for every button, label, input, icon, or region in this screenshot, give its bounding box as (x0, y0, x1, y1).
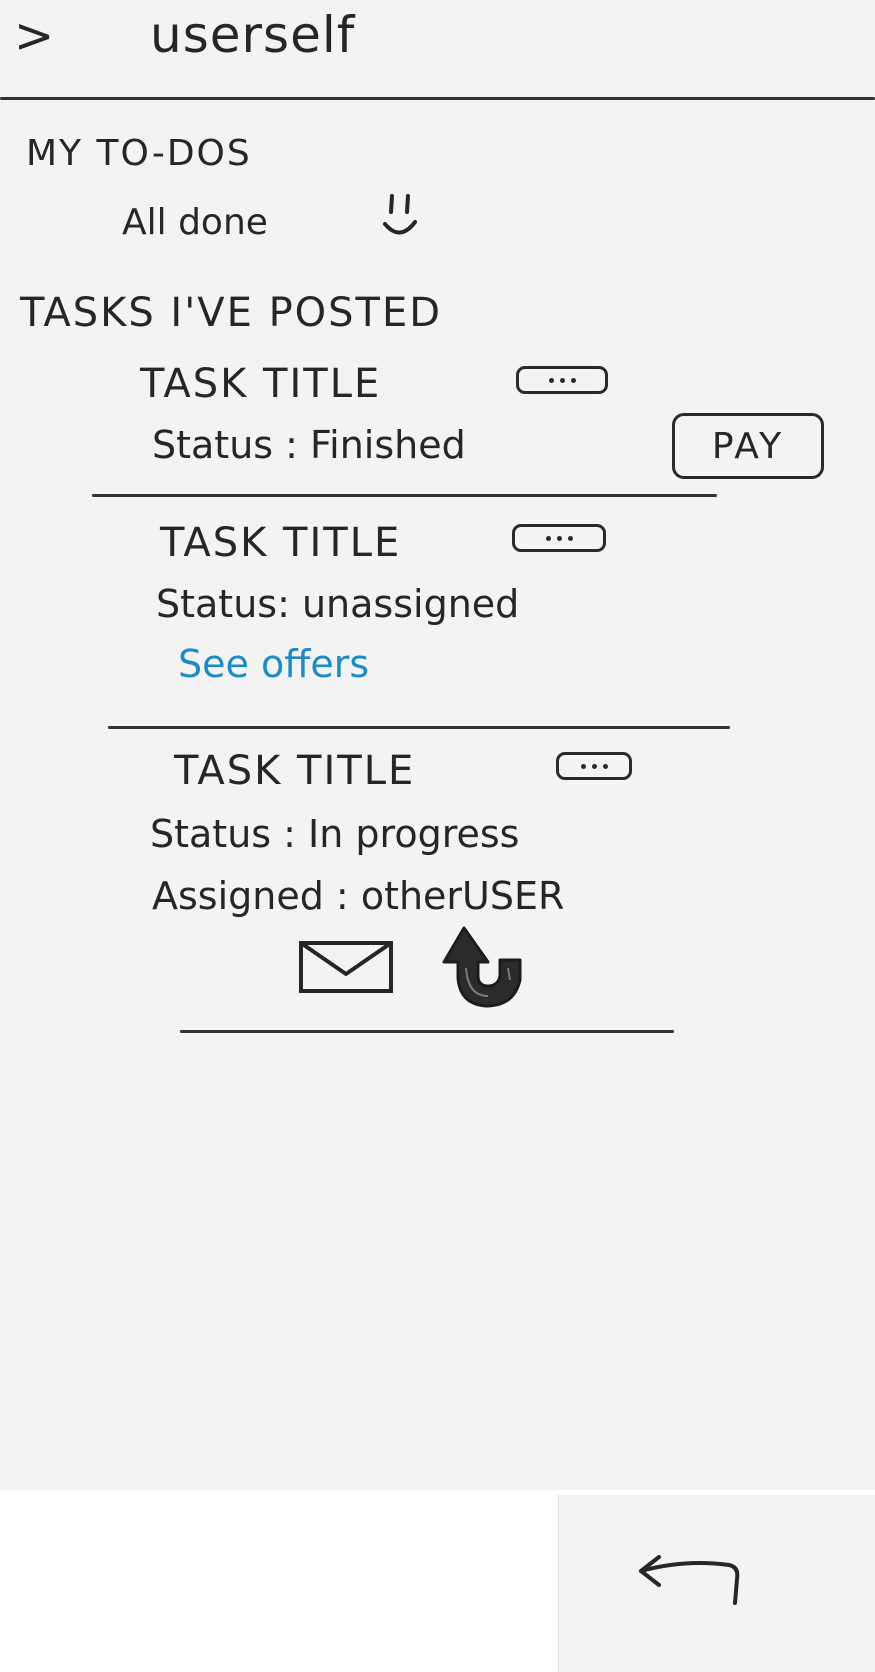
share-icon[interactable] (442, 918, 538, 1014)
task-3-status: Status : In progress (150, 812, 520, 856)
task-2-title[interactable]: Task Title (160, 520, 401, 566)
pay-button[interactable]: PAY (672, 413, 824, 479)
task-2-status: Status: unassigned (156, 582, 520, 626)
tasks-posted-heading: Tasks I've Posted (20, 290, 443, 336)
task-2-more-options-icon[interactable] (512, 524, 606, 552)
task-1-status: Status : Finished (152, 423, 466, 467)
app-title: userself (150, 6, 356, 64)
task-3-assigned: Assigned : otherUSER (152, 874, 565, 918)
task-divider-2 (108, 726, 730, 729)
task-3-title[interactable]: Task Title (174, 748, 415, 794)
task-divider-3 (180, 1030, 674, 1033)
see-offers-link[interactable]: See offers (178, 642, 369, 686)
my-todos-heading: My To-Dos (26, 133, 252, 174)
todos-empty-message: All done (122, 202, 268, 243)
screen: > userself My To-Dos All done Tasks I've… (0, 0, 875, 1490)
header-divider (0, 97, 875, 100)
chevron-right-icon[interactable]: > (14, 8, 54, 64)
mail-icon[interactable] (298, 940, 394, 996)
task-1-more-options-icon[interactable] (516, 366, 608, 394)
task-1-title[interactable]: Task Title (140, 361, 381, 407)
back-button[interactable] (558, 1495, 875, 1672)
back-arrow-icon (639, 1555, 740, 1605)
smiley-icon (383, 194, 417, 235)
task-3-more-options-icon[interactable] (556, 752, 632, 780)
task-divider-1 (92, 494, 717, 497)
